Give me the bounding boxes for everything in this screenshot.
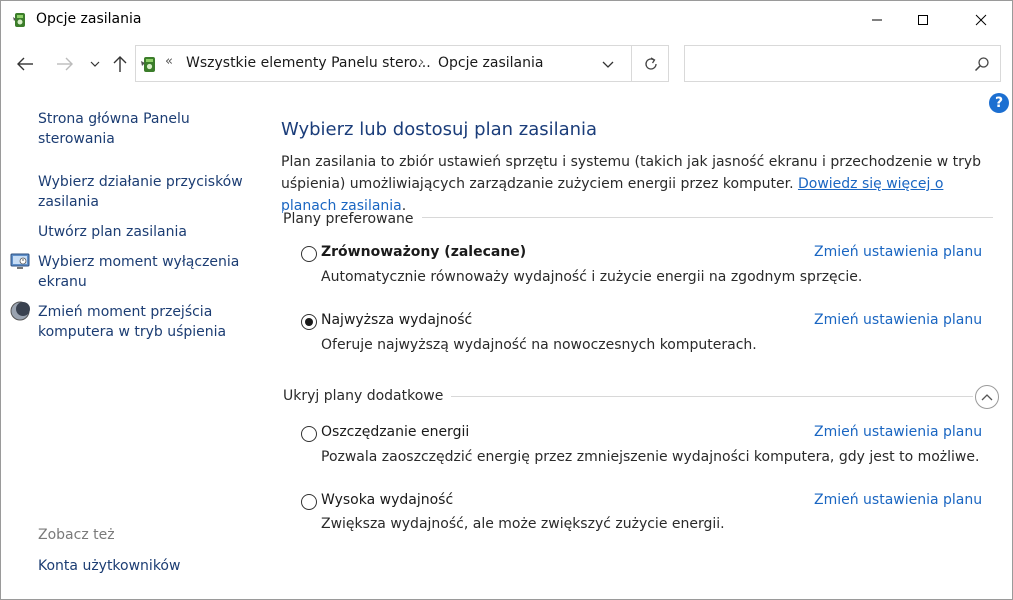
group-divider [441, 396, 973, 397]
plan-name-ultimate-performance[interactable]: Najwyższa wydajność [321, 312, 472, 328]
sidebar-link-create-plan[interactable]: Utwórz plan zasilania [38, 222, 253, 242]
chevron-down-icon [90, 61, 100, 67]
plan-desc-ultimate-performance: Oferuje najwyższą wydajność na nowoczesn… [321, 337, 757, 353]
plan-radio-ultimate-performance[interactable] [301, 314, 317, 330]
address-bar[interactable]: « Wszystkie elementy Panelu stero... › O… [135, 45, 669, 82]
moon-icon [10, 301, 30, 321]
address-dropdown-button[interactable] [598, 54, 618, 74]
plan-name-power-saver[interactable]: Oszczędzanie energii [321, 424, 469, 440]
change-plan-settings-link[interactable]: Zmień ustawienia planu [814, 424, 982, 440]
power-options-app-icon [13, 13, 25, 27]
arrow-right-icon [57, 57, 73, 71]
title-bar: Opcje zasilania [1, 1, 1012, 39]
help-button[interactable]: ? [989, 93, 1009, 113]
plan-desc-high-performance: Zwiększa wydajność, ale może zwiększyć z… [321, 516, 725, 532]
plan-name-high-performance[interactable]: Wysoka wydajność [321, 492, 453, 508]
sidebar-link-display-off-time[interactable]: Wybierz moment wyłączenia ekranu [38, 252, 253, 292]
chevron-up-icon [981, 394, 993, 401]
minimize-button[interactable] [854, 1, 900, 39]
maximize-icon [918, 15, 928, 25]
plan-radio-balanced[interactable] [301, 246, 317, 262]
refresh-button[interactable] [631, 46, 669, 81]
monitor-icon [10, 253, 30, 269]
recent-locations-button[interactable] [87, 53, 103, 75]
window-title: Opcje zasilania [36, 11, 142, 27]
hide-additional-plans-label[interactable]: Ukryj plany dodatkowe [283, 388, 452, 404]
change-plan-settings-link[interactable]: Zmień ustawienia planu [814, 492, 982, 508]
close-button[interactable] [958, 1, 1004, 39]
sidebar-link-control-panel-home[interactable]: Strona główna Panelu sterowania [38, 109, 253, 149]
plan-name-balanced[interactable]: Zrównoważony (zalecane) [321, 244, 526, 260]
sidebar-link-power-buttons[interactable]: Wybierz działanie przycisków zasilania [38, 172, 253, 212]
see-also-label: Zobacz też [38, 527, 115, 543]
search-input[interactable] [684, 45, 1001, 82]
sidebar-link-sleep-time[interactable]: Zmień moment przejścia komputera w tryb … [38, 302, 253, 342]
breadcrumb-overflow-icon[interactable]: « [165, 54, 173, 69]
page-title: Wybierz lub dostosuj plan zasilania [281, 119, 598, 140]
forward-button[interactable] [53, 53, 77, 75]
minimize-icon [872, 19, 882, 21]
plan-radio-high-performance[interactable] [301, 494, 317, 510]
change-plan-settings-link[interactable]: Zmień ustawienia planu [814, 312, 982, 328]
chevron-down-icon [602, 61, 614, 68]
power-options-window: Opcje zasilania « Wszystkie elementy Pan… [0, 0, 1013, 600]
plan-desc-balanced: Automatycznie równoważy wydajność i zuży… [321, 269, 863, 285]
breadcrumb-all-control-panel-items[interactable]: Wszystkie elementy Panelu stero... [186, 55, 431, 71]
close-icon [975, 14, 987, 26]
change-plan-settings-link[interactable]: Zmień ustawienia planu [814, 244, 982, 260]
breadcrumb-separator-icon[interactable]: › [419, 55, 424, 70]
search-icon [974, 57, 989, 72]
collapse-additional-plans-button[interactable] [975, 385, 999, 409]
plan-radio-power-saver[interactable] [301, 426, 317, 442]
sidebar-link-user-accounts[interactable]: Konta użytkowników [38, 556, 253, 576]
plan-desc-power-saver: Pozwala zaoszczędzić energię przez zmnie… [321, 449, 980, 465]
arrow-left-icon [17, 57, 33, 71]
group-divider [411, 217, 993, 218]
arrow-up-icon [113, 56, 127, 72]
breadcrumb-power-options[interactable]: Opcje zasilania [438, 55, 543, 71]
refresh-icon [644, 56, 657, 70]
up-button[interactable] [109, 53, 131, 75]
intro-paragraph: Plan zasilania to zbiór ustawień sprzętu… [281, 151, 996, 217]
control-panel-icon [141, 57, 155, 72]
maximize-button[interactable] [900, 1, 946, 39]
navigation-bar: « Wszystkie elementy Panelu stero... › O… [1, 39, 1012, 89]
preferred-plans-label: Plany preferowane [283, 211, 422, 227]
back-button[interactable] [13, 53, 37, 75]
left-pane: Strona główna Panelu sterowania Wybierz … [1, 89, 261, 599]
